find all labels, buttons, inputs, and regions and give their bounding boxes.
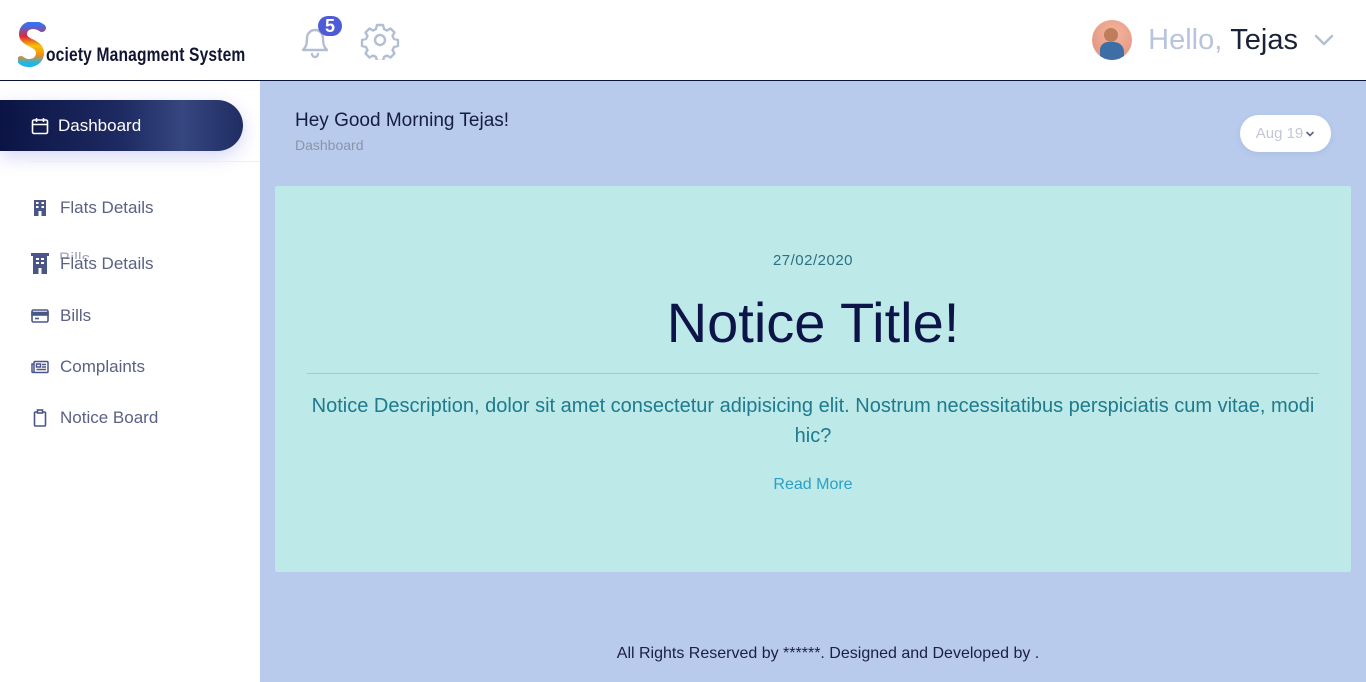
notice-date: 27/02/2020	[772, 252, 854, 269]
read-more-link[interactable]: Read More	[275, 476, 1351, 494]
sidebar-item-label: Bills	[60, 306, 92, 325]
gear-icon[interactable]	[360, 20, 400, 60]
newspaper-icon	[31, 360, 49, 374]
user-menu[interactable]: Hello, Tejas	[1092, 20, 1336, 60]
sidebar-item-complaints[interactable]: Complaints	[31, 357, 145, 377]
calendar-icon	[31, 117, 49, 134]
logo-text: ociety Managment System	[46, 45, 246, 66]
notice-description: Notice Description, dolor sit amet conse…	[311, 395, 1315, 447]
notice-card: 27/02/2020 Notice Title! Notice Descript…	[275, 186, 1351, 572]
clipboard-icon	[33, 409, 47, 427]
footer-text: All Rights Reserved by ******. Designed …	[616, 645, 1040, 662]
building-icon	[31, 253, 49, 274]
sidebar-item-label: Dashboard	[58, 115, 142, 135]
sidebar-divider	[30, 161, 260, 162]
notice-title: Notice Title!	[666, 291, 960, 354]
sidebar-item-dashboard[interactable]: Dashboard	[0, 100, 243, 151]
date-filter-dropdown[interactable]: Aug 19	[1240, 115, 1331, 152]
building-icon	[34, 200, 46, 216]
date-filter-value: Aug 19	[1255, 125, 1304, 142]
breadcrumb[interactable]: Dashboard	[295, 137, 364, 153]
sidebar: Dashboard Flats Details Bills Flats Deta…	[0, 81, 260, 682]
sidebar-item-notice-board[interactable]: Notice Board	[31, 408, 158, 428]
sidebar-item-flats-details-2[interactable]: Flats Details	[31, 253, 154, 275]
sidebar-item-label: Complaints	[60, 357, 146, 376]
sidebar-item-label: Notice Board	[60, 408, 159, 427]
sidebar-item-flats-details[interactable]: Flats Details	[31, 198, 154, 218]
main-content: Hey Good Morning Tejas! Dashboard Aug 19…	[260, 81, 1366, 682]
logo-s-icon	[18, 22, 46, 68]
notification-badge: 5	[318, 16, 342, 36]
chevron-down-icon	[1306, 131, 1315, 137]
chevron-down-icon[interactable]	[1312, 28, 1336, 52]
user-name: Tejas	[1230, 23, 1298, 56]
avatar[interactable]	[1092, 20, 1133, 60]
sidebar-item-bills[interactable]: Bills	[31, 306, 91, 326]
credit-card-icon	[31, 309, 49, 323]
top-header: ociety Managment System 5 Hello, Tejas	[0, 0, 1366, 81]
sidebar-item-label: Flats Details	[60, 254, 154, 273]
sidebar-item-label: Flats Details	[60, 198, 154, 217]
notice-divider	[307, 373, 1319, 374]
page-greeting: Hey Good Morning Tejas!	[295, 110, 510, 131]
greeting-prefix: Hello,	[1148, 23, 1223, 56]
logo[interactable]: ociety Managment System	[18, 18, 289, 68]
